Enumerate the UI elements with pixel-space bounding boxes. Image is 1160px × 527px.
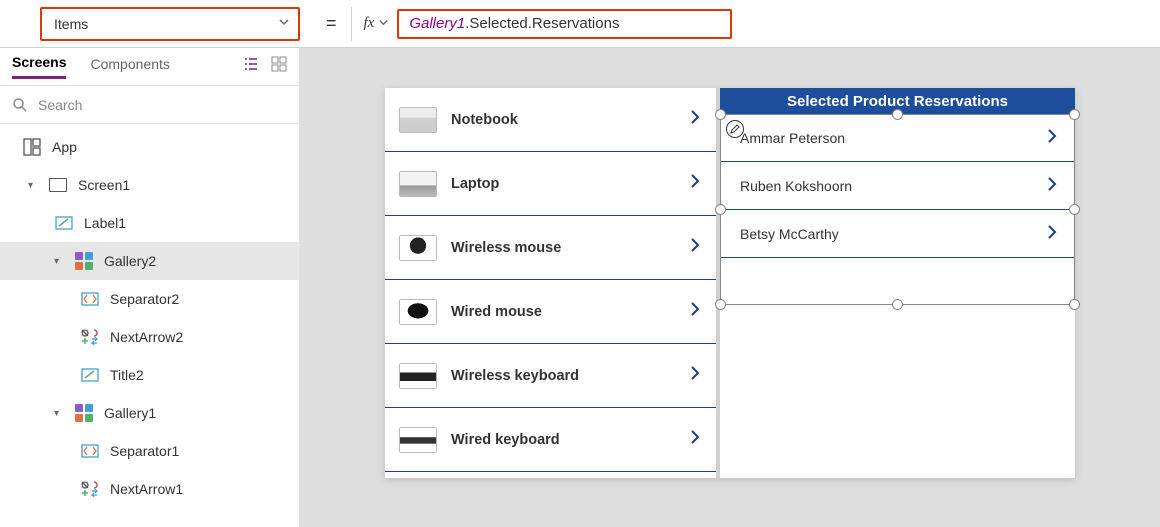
tree-label: Gallery1 xyxy=(104,405,156,421)
edit-badge-icon[interactable] xyxy=(726,120,744,138)
product-thumbnail xyxy=(399,107,437,133)
formula-input[interactable]: Gallery1.Selected.Reservations xyxy=(397,9,732,39)
tree-label: App xyxy=(52,139,77,155)
formula-bar: Items = fx Gallery1.Selected.Reservation… xyxy=(0,0,1160,48)
grid-view-icon[interactable] xyxy=(271,56,287,77)
chevron-down-icon xyxy=(278,16,290,31)
product-label: Wireless keyboard xyxy=(451,368,672,384)
tree-label: Screen1 xyxy=(78,177,130,193)
formula-ref: Gallery1 xyxy=(409,15,465,32)
formula-path: .Selected.Reservations xyxy=(465,15,619,32)
tree-label: Separator2 xyxy=(110,291,179,307)
canvas-area: Notebook Laptop Wireless mouse Wired mouse W… xyxy=(300,48,1160,527)
equals-sign: = xyxy=(326,13,337,34)
product-label: Wired mouse xyxy=(451,304,672,320)
tab-components[interactable]: Components xyxy=(90,56,169,78)
chevron-right-icon[interactable] xyxy=(686,236,704,259)
search-input[interactable]: Search xyxy=(0,86,299,124)
gallery-icon xyxy=(74,251,94,271)
chevron-right-icon[interactable] xyxy=(686,300,704,323)
chevron-down-icon[interactable] xyxy=(378,17,389,31)
tree-item-app[interactable]: App xyxy=(0,128,299,166)
tree-label: NextArrow2 xyxy=(110,329,183,345)
resize-handle[interactable] xyxy=(1069,299,1080,310)
tab-screens[interactable]: Screens xyxy=(12,54,66,79)
caret-icon[interactable]: ▾ xyxy=(28,180,38,191)
gallery1-item[interactable]: Wireless mouse xyxy=(385,216,716,280)
nextarrow-icon xyxy=(80,479,100,499)
canvas[interactable]: Notebook Laptop Wireless mouse Wired mouse W… xyxy=(385,88,1075,478)
chevron-right-icon[interactable] xyxy=(1043,175,1061,196)
gallery2-header: Selected Product Reservations xyxy=(720,88,1075,114)
chevron-right-icon[interactable] xyxy=(686,364,704,387)
tree-item-nextarrow2[interactable]: NextArrow2 xyxy=(0,318,299,356)
property-name: Items xyxy=(54,16,278,32)
product-label: Laptop xyxy=(451,176,672,192)
gallery1-item[interactable]: Notebook xyxy=(385,88,716,152)
tree-item-label1[interactable]: Label1 xyxy=(0,204,299,242)
chevron-right-icon[interactable] xyxy=(686,108,704,131)
chevron-right-icon[interactable] xyxy=(1043,127,1061,148)
search-placeholder: Search xyxy=(38,97,82,113)
nextarrow-icon xyxy=(80,327,100,347)
separator-icon xyxy=(80,441,100,461)
gallery1-item[interactable]: Wireless keyboard xyxy=(385,344,716,408)
product-thumbnail xyxy=(399,171,437,197)
property-selector[interactable]: Items xyxy=(40,7,300,41)
screen-icon xyxy=(48,175,68,195)
tree-item-title2[interactable]: Title2 xyxy=(0,356,299,394)
product-thumbnail xyxy=(399,363,437,389)
gallery1-item[interactable]: Wired keyboard xyxy=(385,408,716,472)
gallery2[interactable]: Ammar Peterson Ruben Kokshoorn Betsy McCar… xyxy=(720,114,1075,478)
tree-item-separator1[interactable]: Separator1 xyxy=(0,432,299,470)
panel-tabs: Screens Components xyxy=(0,48,299,86)
tree-label: Separator1 xyxy=(110,443,179,459)
app-icon xyxy=(22,137,42,157)
separator-icon xyxy=(80,289,100,309)
tree-item-gallery2[interactable]: ▾ Gallery2 xyxy=(0,242,299,280)
caret-icon[interactable]: ▾ xyxy=(54,256,64,267)
gallery2-item[interactable]: Ruben Kokshoorn xyxy=(720,162,1075,210)
chevron-right-icon[interactable] xyxy=(686,428,704,451)
product-label: Notebook xyxy=(451,112,672,128)
product-label: Wired keyboard xyxy=(451,432,672,448)
reservation-name: Betsy McCarthy xyxy=(740,226,1043,242)
tree-item-separator2[interactable]: Separator2 xyxy=(0,280,299,318)
gallery1-item[interactable]: Laptop xyxy=(385,152,716,216)
gallery1[interactable]: Notebook Laptop Wireless mouse Wired mouse W… xyxy=(385,88,720,478)
fx-container: fx Gallery1.Selected.Reservations xyxy=(351,7,733,41)
tree-item-gallery1[interactable]: ▾ Gallery1 xyxy=(0,394,299,432)
reservation-name: Ruben Kokshoorn xyxy=(740,178,1043,194)
tree-label: Gallery2 xyxy=(104,253,156,269)
tree-view: App ▾ Screen1 Label1 ▾ Gallery2 xyxy=(0,124,299,527)
tree-label: Title2 xyxy=(110,367,144,383)
product-thumbnail xyxy=(399,235,437,261)
tree-label: NextArrow1 xyxy=(110,481,183,497)
caret-icon[interactable]: ▾ xyxy=(54,408,64,419)
fx-label: fx xyxy=(364,15,375,32)
gallery2-item[interactable]: Ammar Peterson xyxy=(720,114,1075,162)
gallery-icon xyxy=(74,403,94,423)
tree-label: Label1 xyxy=(84,215,126,231)
list-view-icon[interactable] xyxy=(243,56,259,77)
search-icon xyxy=(12,97,28,113)
gallery2-wrap: Selected Product Reservations xyxy=(720,88,1075,478)
tree-item-nextarrow1[interactable]: NextArrow1 xyxy=(0,470,299,508)
chevron-right-icon[interactable] xyxy=(1043,223,1061,244)
gallery2-item[interactable]: Betsy McCarthy xyxy=(720,210,1075,258)
resize-handle[interactable] xyxy=(892,299,903,310)
chevron-right-icon[interactable] xyxy=(686,172,704,195)
product-label: Wireless mouse xyxy=(451,240,672,256)
reservation-name: Ammar Peterson xyxy=(740,130,1043,146)
tree-panel: Screens Components Search App xyxy=(0,48,300,527)
label-icon xyxy=(80,365,100,385)
tree-item-screen1[interactable]: ▾ Screen1 xyxy=(0,166,299,204)
product-thumbnail xyxy=(399,427,437,453)
gallery1-item[interactable]: Wired mouse xyxy=(385,280,716,344)
label-icon xyxy=(54,213,74,233)
product-thumbnail xyxy=(399,299,437,325)
